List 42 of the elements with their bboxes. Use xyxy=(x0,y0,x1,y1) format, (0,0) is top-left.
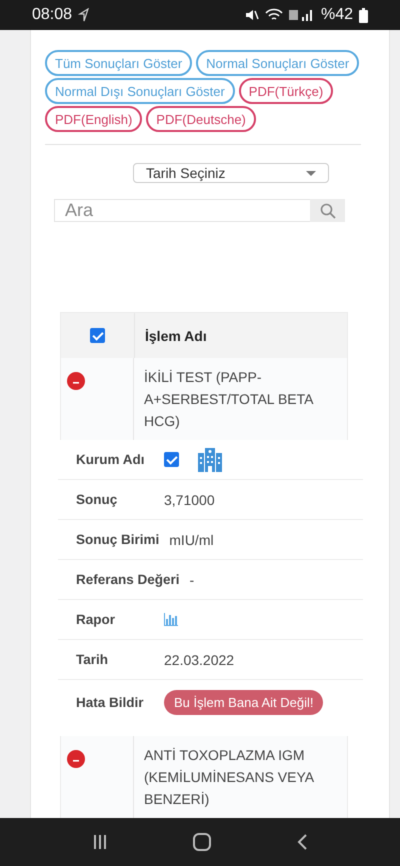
detail-label: Sonuç Birimi xyxy=(76,532,160,547)
mute-icon xyxy=(244,8,259,22)
detail-label: Tarih xyxy=(76,652,110,667)
detail-label: Rapor xyxy=(76,612,116,627)
detail-label: Kurum Adı xyxy=(76,452,146,467)
detail-value: 3,71000 xyxy=(164,492,215,508)
filter-button[interactable]: Normal Sonuçları Göster xyxy=(196,50,360,76)
detail-label: Referans Değeri xyxy=(76,572,180,587)
battery-icon xyxy=(359,8,368,22)
caret-icon xyxy=(306,170,316,176)
search-field[interactable]: Ara xyxy=(54,199,310,222)
search-icon xyxy=(320,202,336,218)
collapse-icon[interactable] xyxy=(67,372,85,390)
hospital-icon[interactable] xyxy=(197,446,223,472)
recent-apps-icon[interactable] xyxy=(92,834,108,850)
pdf-button[interactable]: PDF(Türkçe) xyxy=(238,78,334,104)
report-error-button[interactable]: Bu İşlem Bana Ait Değil! xyxy=(164,690,324,714)
column-header: İşlem Adı xyxy=(144,326,207,346)
collapse-icon[interactable] xyxy=(67,750,85,768)
detail-value: 22.03.2022 xyxy=(164,652,234,668)
checkbox[interactable] xyxy=(164,452,179,467)
wifi-icon xyxy=(264,8,283,22)
navigation-icon xyxy=(78,8,90,22)
detail-label: Hata Bildir xyxy=(76,694,145,710)
filter-button[interactable]: Normal Dışı Sonuçları Göster xyxy=(45,78,235,104)
home-icon[interactable] xyxy=(192,833,211,851)
search-button[interactable] xyxy=(310,199,345,222)
table-cell-text: İKİLİ TEST (PAPP-A+SERBEST/TOTAL BETA HCG) xyxy=(143,368,314,431)
detail-value: mIU/ml xyxy=(169,532,214,548)
bar-chart-icon[interactable] xyxy=(164,613,178,626)
status-time: 08:08 xyxy=(32,6,72,24)
back-icon[interactable] xyxy=(296,834,308,850)
detail-value: - xyxy=(190,572,194,588)
date-select[interactable]: Tarih Seçiniz xyxy=(133,163,329,183)
detail-label: Sonuç xyxy=(76,492,118,507)
battery-level: %42 xyxy=(320,6,353,24)
filter-button[interactable]: Tüm Sonuçları Göster xyxy=(45,50,192,76)
checkbox[interactable] xyxy=(90,328,105,343)
signal-icon xyxy=(288,8,315,22)
table-cell-text: ANTİ TOXOPLAZMA IGM (KEMİLUMİNESANS VEYA BENZERİ) xyxy=(143,746,315,809)
pdf-button[interactable]: PDF(Deutsche) xyxy=(146,106,256,132)
pdf-button[interactable]: PDF(English) xyxy=(45,106,142,132)
